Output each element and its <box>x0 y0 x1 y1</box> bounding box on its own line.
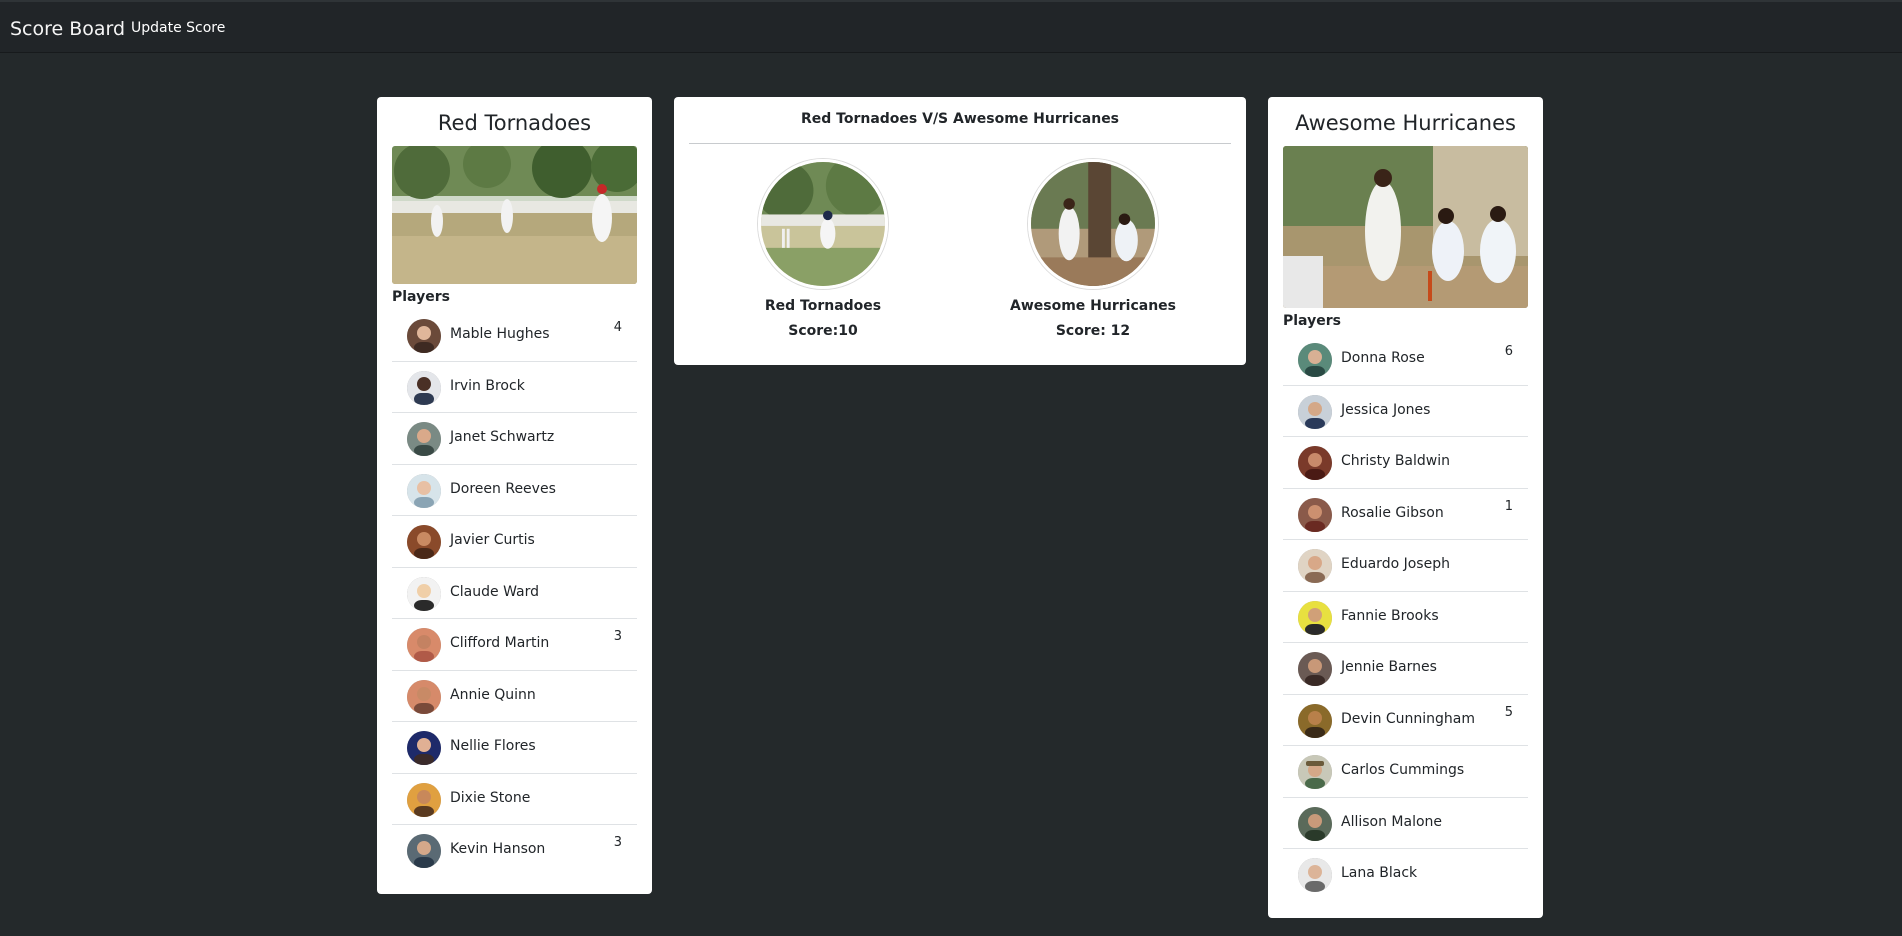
match-team-score: Score: 12 <box>1055 323 1131 339</box>
player-item[interactable]: Javier Curtis <box>392 516 637 568</box>
player-item[interactable]: Doreen Reeves <box>392 465 637 516</box>
team-photo <box>1283 146 1528 308</box>
match-card: Red Tornadoes V/S Awesome Hurricanes Red… <box>674 97 1246 365</box>
player-item[interactable]: Rosalie Gibson 1 <box>1283 489 1528 540</box>
player-name: Doreen Reeves <box>450 480 556 497</box>
match-team-name: Red Tornadoes <box>764 298 882 314</box>
avatar <box>407 782 441 817</box>
player-item[interactable]: Irvin Brock <box>392 362 637 413</box>
avatar <box>407 834 441 868</box>
player-item[interactable]: Claude Ward <box>392 568 637 619</box>
avatar <box>407 679 441 714</box>
player-item[interactable]: Carlos Cummings <box>1283 746 1528 798</box>
player-item[interactable]: Annie Quinn <box>392 671 637 722</box>
player-item[interactable]: Jessica Jones <box>1283 386 1528 437</box>
player-name: Christy Baldwin <box>1341 453 1450 469</box>
avatar <box>1298 806 1332 841</box>
players-label: Players <box>1283 313 1341 329</box>
player-name: Claude Ward <box>450 583 539 600</box>
match-divider <box>689 143 1231 144</box>
team-card-awesome-hurricanes: Awesome Hurricanes Players Donna Rose 6 … <box>1268 97 1543 918</box>
avatar <box>407 731 441 765</box>
avatar <box>407 628 441 662</box>
avatar <box>407 370 441 405</box>
player-name: Javier Curtis <box>450 532 535 548</box>
player-score: 1 <box>1504 498 1513 514</box>
player-name: Dixie Stone <box>450 789 531 806</box>
player-name: Carlos Cummings <box>1341 762 1465 778</box>
avatar <box>1298 497 1332 532</box>
avatar <box>407 319 441 353</box>
avatar <box>1298 858 1332 892</box>
navbar-brand[interactable]: Score Board <box>10 18 125 40</box>
player-item[interactable]: Allison Malone <box>1283 798 1528 849</box>
player-name: Fannie Brooks <box>1341 607 1439 624</box>
player-item[interactable]: Donna Rose 6 <box>1283 334 1528 386</box>
player-item[interactable]: Nellie Flores <box>392 722 637 774</box>
player-item[interactable]: Lana Black <box>1283 849 1528 901</box>
player-score: 3 <box>613 629 622 644</box>
player-score: 3 <box>613 835 622 850</box>
player-item[interactable]: Dixie Stone <box>392 774 637 825</box>
players-label: Players <box>392 289 450 305</box>
avatar <box>1298 446 1332 480</box>
player-name: Lana Black <box>1341 865 1418 881</box>
player-name: Rosalie Gibson <box>1341 504 1444 521</box>
match-title: Red Tornadoes V/S Awesome Hurricanes <box>800 111 1120 127</box>
player-item[interactable]: Eduardo Joseph <box>1283 540 1528 592</box>
player-name: Donna Rose <box>1341 350 1425 366</box>
avatar <box>1298 600 1332 635</box>
player-score: 6 <box>1504 344 1513 359</box>
player-name: Irvin Brock <box>450 377 525 394</box>
team-title: Red Tornadoes <box>437 111 592 135</box>
player-score: 4 <box>613 320 622 335</box>
player-item[interactable]: Janet Schwartz <box>392 413 637 465</box>
match-team-name: Awesome Hurricanes <box>1009 298 1176 314</box>
player-item[interactable]: Christy Baldwin <box>1283 437 1528 489</box>
player-name: Kevin Hanson <box>450 841 546 857</box>
player-list: Mable Hughes 4 Irvin Brock Janet Schwart… <box>392 310 637 877</box>
player-item[interactable]: Clifford Martin 3 <box>392 619 637 671</box>
player-name: Jennie Barnes <box>1341 659 1437 675</box>
player-name: Annie Quinn <box>450 686 536 703</box>
player-item[interactable]: Devin Cunningham 5 <box>1283 695 1528 746</box>
player-name: Allison Malone <box>1341 813 1443 830</box>
team-title: Awesome Hurricanes <box>1295 111 1516 135</box>
match-team-photo <box>758 159 888 289</box>
team-card-red-tornadoes: Red Tornadoes Players Mable Hughes 4 Irv… <box>377 97 652 894</box>
avatar <box>407 525 441 559</box>
player-name: Nellie Flores <box>450 738 536 754</box>
avatar <box>1298 394 1332 429</box>
player-name: Janet Schwartz <box>450 429 555 445</box>
top-navbar: Score Board Update Score <box>0 0 1902 52</box>
match-team-home: Red Tornadoes Score:10 <box>723 159 923 339</box>
avatar <box>407 576 441 611</box>
player-name: Clifford Martin <box>450 635 550 651</box>
player-name: Devin Cunningham <box>1341 710 1476 727</box>
avatar <box>1298 755 1332 789</box>
nav-link-update-score[interactable]: Update Score <box>131 20 225 36</box>
player-score: 5 <box>1504 704 1513 720</box>
player-name: Jessica Jones <box>1341 401 1431 418</box>
avatar <box>1298 343 1332 377</box>
match-team-away: Awesome Hurricanes Score: 12 <box>993 159 1193 339</box>
avatar <box>1298 652 1332 686</box>
match-team-photo <box>1028 159 1158 289</box>
player-name: Eduardo Joseph <box>1341 556 1450 572</box>
player-item[interactable]: Jennie Barnes <box>1283 643 1528 695</box>
avatar <box>407 473 441 508</box>
player-item[interactable]: Mable Hughes 4 <box>392 310 637 362</box>
avatar <box>1298 549 1332 583</box>
player-item[interactable]: Fannie Brooks <box>1283 592 1528 643</box>
player-name: Mable Hughes <box>450 326 550 342</box>
avatar <box>407 422 441 456</box>
player-item[interactable]: Kevin Hanson 3 <box>392 825 637 877</box>
match-team-score: Score:10 <box>788 323 858 339</box>
team-photo <box>392 146 637 284</box>
player-list: Donna Rose 6 Jessica Jones Christy Baldw… <box>1283 334 1528 901</box>
avatar <box>1298 703 1332 738</box>
